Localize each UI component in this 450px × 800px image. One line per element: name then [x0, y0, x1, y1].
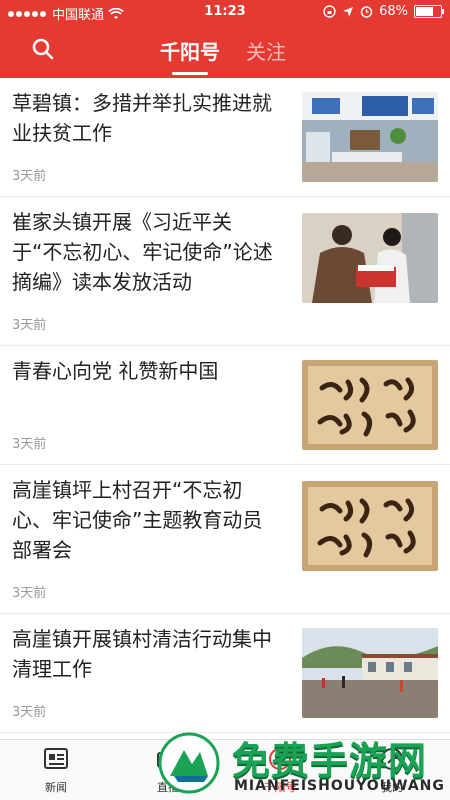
article-thumbnail	[302, 213, 438, 303]
article-time: 3天前	[12, 169, 47, 184]
battery-icon	[414, 5, 444, 18]
tab-news-label: 新闻	[45, 781, 67, 794]
navbar: 千阳号 关注	[0, 24, 450, 78]
list-item[interactable]: 高崖镇坪上村召开“不忘初心、牢记使命”主题教育动员部署会 3天前	[0, 465, 450, 614]
list-item[interactable]: 草碧镇：多措并举扎实推进就业扶贫工作 3天前	[0, 78, 450, 197]
watermark: 免费手游网 MIANFEISHOUYOUWANG	[150, 730, 450, 800]
watermark-title: 免费手游网	[232, 739, 428, 783]
article-title: 崔家头镇开展《习近平关于“不忘初心、牢记使命”论述摘编》读本发放活动	[12, 210, 273, 294]
article-thumbnail	[302, 481, 438, 571]
tab-follow[interactable]: 关注	[246, 36, 286, 65]
status-bar: 中国联通 11:23 68%	[0, 0, 450, 24]
search-icon[interactable]	[32, 38, 54, 60]
article-title: 高崖镇开展镇村清洁行动集中清理工作	[12, 627, 272, 681]
article-title: 草碧镇：多措并举扎实推进就业扶贫工作	[12, 91, 272, 145]
article-thumbnail	[302, 360, 438, 450]
list-item[interactable]: 青春心向党 礼赞新中国 3天前	[0, 346, 450, 465]
article-thumbnail	[302, 628, 438, 718]
tab-qianyang[interactable]: 千阳号	[160, 36, 220, 75]
alarm-icon	[360, 6, 373, 18]
article-thumbnail	[302, 92, 438, 182]
article-time: 3天前	[12, 586, 47, 601]
tab-news[interactable]: 新闻	[16, 746, 96, 795]
article-list: 草碧镇：多措并举扎实推进就业扶贫工作 3天前 崔家头镇开展《习近平关于“不忘初心…	[0, 78, 450, 740]
article-title: 高崖镇坪上村召开“不忘初心、牢记使命”主题教育动员部署会	[12, 478, 263, 562]
article-time: 3天前	[12, 705, 47, 720]
list-item[interactable]: 高崖镇开展镇村清洁行动集中清理工作 3天前	[0, 614, 450, 733]
nav-tabs: 千阳号 关注	[160, 36, 286, 75]
article-time: 3天前	[12, 437, 47, 452]
lock-rotation-icon	[323, 5, 336, 18]
battery-percent: 68%	[379, 4, 408, 19]
watermark-logo	[158, 732, 220, 794]
location-icon	[343, 6, 354, 17]
article-time: 3天前	[12, 318, 47, 333]
watermark-subtitle: MIANFEISHOUYOUWANG	[234, 778, 445, 794]
header: 中国联通 11:23 68% 千阳号 关注	[0, 0, 450, 78]
tab-follow-label: 关注	[246, 40, 286, 64]
tab-qianyang-label: 千阳号	[160, 40, 220, 64]
list-item[interactable]: 崔家头镇开展《习近平关于“不忘初心、牢记使命”论述摘编》读本发放活动 3天前	[0, 197, 450, 346]
active-tab-indicator	[172, 72, 208, 75]
news-icon	[44, 748, 68, 769]
article-title: 青春心向党 礼赞新中国	[12, 359, 219, 383]
